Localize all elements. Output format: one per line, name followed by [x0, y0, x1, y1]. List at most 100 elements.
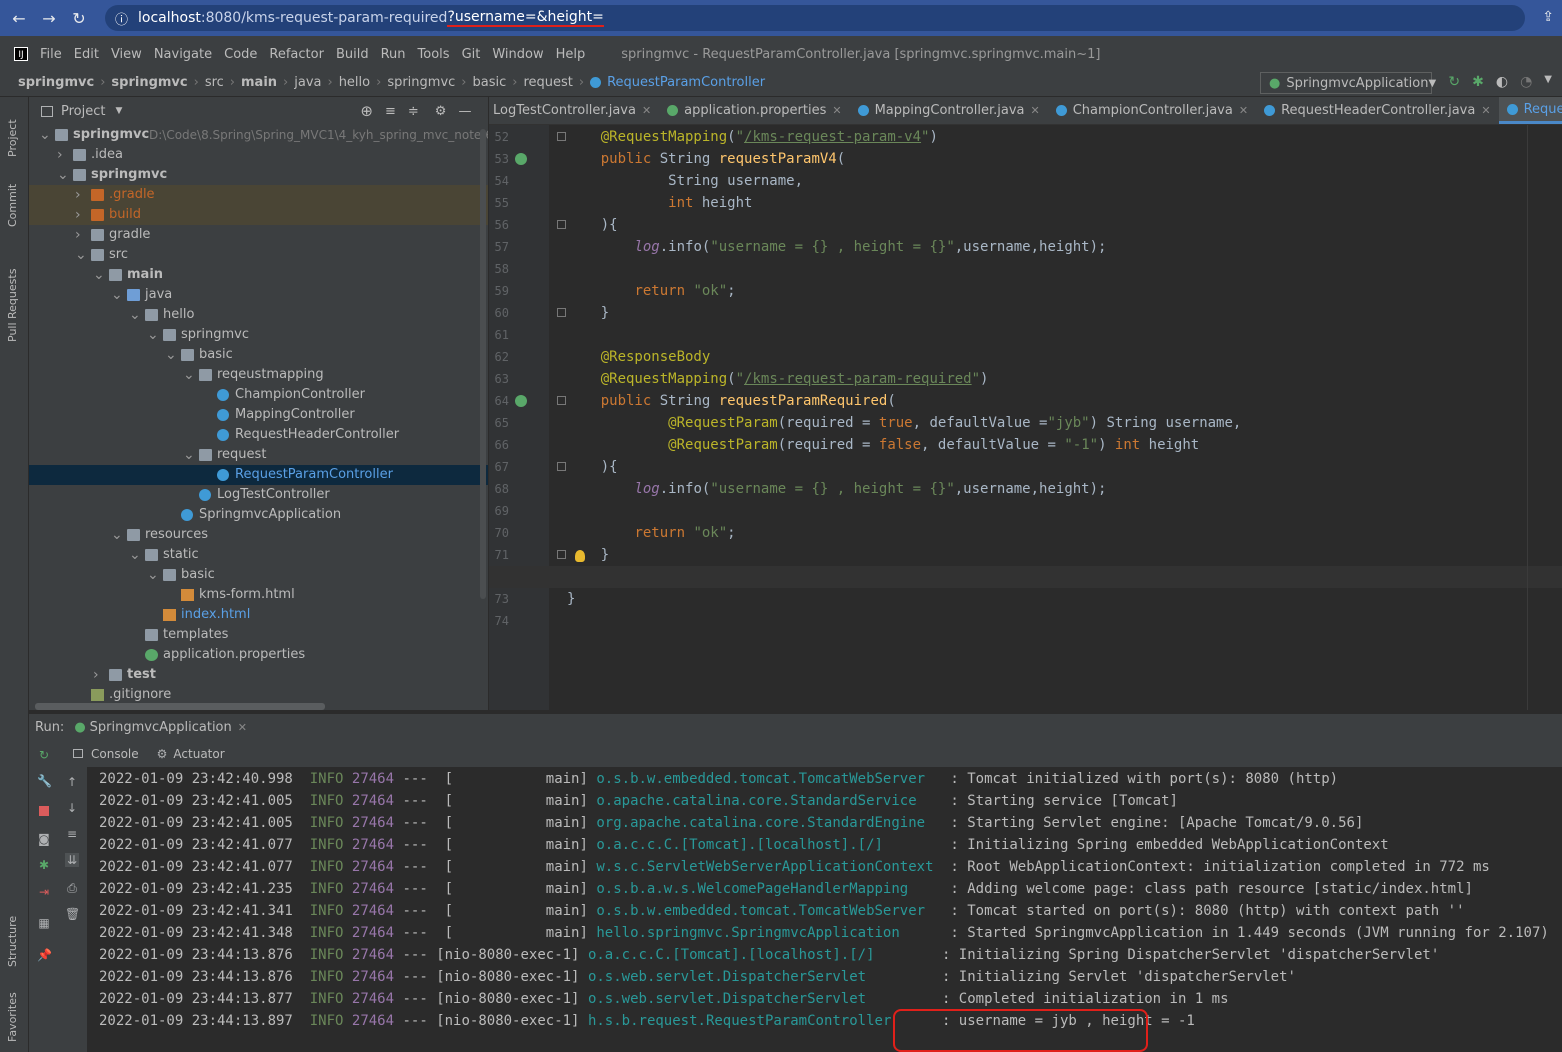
breadcrumb-item[interactable]: springmvc — [387, 75, 455, 90]
fold-marker-icon[interactable] — [557, 132, 566, 141]
breadcrumb-item[interactable]: request — [523, 75, 572, 90]
breadcrumb-item[interactable]: src — [205, 75, 224, 90]
pin-icon[interactable]: 📌 — [37, 948, 52, 962]
chevron-down-icon[interactable]: ⌄ — [147, 325, 159, 345]
menu-item-view[interactable]: View — [111, 47, 142, 62]
stop-icon[interactable] — [39, 806, 49, 816]
print-icon[interactable]: ⎙ — [65, 881, 79, 895]
menu-item-window[interactable]: Window — [492, 47, 543, 62]
rerun-icon[interactable]: ↻ — [37, 748, 51, 762]
lightbulb-icon[interactable] — [575, 550, 585, 562]
chevron-down-icon[interactable]: ⌄ — [93, 265, 105, 285]
soft-wrap-icon[interactable]: ≡ — [65, 827, 79, 841]
tree-item[interactable]: ⌄ java — [29, 285, 488, 305]
chevron-down-icon[interactable]: ⌄ — [39, 125, 51, 145]
fold-marker-icon[interactable] — [557, 220, 566, 229]
chevron-right-icon[interactable]: › — [75, 185, 81, 205]
fold-marker-icon[interactable] — [557, 396, 566, 405]
fold-marker-icon[interactable] — [557, 550, 566, 559]
tree-item[interactable]: › gradle — [29, 225, 488, 245]
tree-item[interactable]: ⌄ request — [29, 445, 488, 465]
close-icon[interactable]: ✕ — [1481, 104, 1490, 117]
close-icon[interactable]: ✕ — [1031, 104, 1040, 117]
chevron-down-icon[interactable]: ⌄ — [111, 525, 123, 545]
forward-arrow-icon[interactable]: → — [34, 9, 64, 28]
share-icon[interactable]: ⇪ — [1542, 9, 1554, 25]
tree-item[interactable]: › .gradle — [29, 185, 488, 205]
side-tab-commit[interactable]: Commit — [6, 184, 19, 227]
chevron-down-icon[interactable]: ⌄ — [75, 245, 87, 265]
menu-item-run[interactable]: Run — [381, 47, 406, 62]
tab-logtestcontroller-java[interactable]: LogTestController.java ✕ — [489, 97, 659, 124]
chevron-down-icon[interactable]: ⌄ — [183, 365, 195, 385]
menu-item-navigate[interactable]: Navigate — [154, 47, 212, 62]
code-editor[interactable]: 52 53 54 55 56 57 58 59 60 61 62 63 64 65 66 67 68 69 70 71… — [489, 125, 1562, 710]
tree-item[interactable]: ⌄ springmvc — [29, 165, 488, 185]
scroll-to-end-icon[interactable]: ⇊ — [65, 853, 79, 867]
close-icon[interactable]: ✕ — [642, 104, 651, 117]
chevron-right-icon[interactable]: › — [75, 205, 81, 225]
menu-item-build[interactable]: Build — [336, 47, 369, 62]
debug-icon[interactable]: ✱ — [1472, 74, 1484, 90]
profiler-icon[interactable]: ◔ — [1520, 74, 1532, 90]
reload-icon[interactable]: ↻ — [64, 9, 94, 28]
tree-item[interactable]: ChampionController — [29, 385, 488, 405]
tree-item[interactable]: SpringmvcApplication — [29, 505, 488, 525]
chevron-down-icon[interactable]: ⌄ — [111, 285, 123, 305]
horizontal-scrollbar[interactable] — [35, 703, 325, 710]
tree-item[interactable]: ⌄ basic — [29, 565, 488, 585]
tab-application-properties[interactable]: application.properties ✕ — [659, 97, 849, 124]
tree-item[interactable]: ⌄ hello — [29, 305, 488, 325]
tree-item[interactable]: ⌄ resources — [29, 525, 488, 545]
more-icon[interactable]: ▼ — [1544, 74, 1552, 90]
close-icon[interactable]: ✕ — [1239, 104, 1248, 117]
tree-item[interactable]: .gitignore — [29, 685, 488, 705]
tree-item[interactable]: RequestHeaderController — [29, 425, 488, 445]
breadcrumb-item[interactable]: java — [294, 75, 321, 90]
expand-icon[interactable]: ≑ — [408, 104, 419, 119]
minimize-icon[interactable]: — — [458, 104, 471, 119]
tree-item[interactable]: RequestParamController — [29, 465, 488, 485]
tree-item[interactable]: ⌄ reqeustmapping — [29, 365, 488, 385]
tree-item[interactable]: › test — [29, 665, 488, 685]
fold-marker-icon[interactable] — [557, 308, 566, 317]
tree-item[interactable]: ⌄ src — [29, 245, 488, 265]
locate-icon[interactable]: ⊕ — [360, 102, 373, 120]
tree-item[interactable]: › .idea — [29, 145, 488, 165]
breadcrumb-item[interactable]: springmvc — [111, 75, 187, 90]
tab-requestheadercontroller-java[interactable]: RequestHeaderController.java ✕ — [1256, 97, 1498, 124]
menu-item-help[interactable]: Help — [556, 47, 586, 62]
tree-item[interactable]: application.properties — [29, 645, 488, 665]
tab-championcontroller-java[interactable]: ChampionController.java ✕ — [1048, 97, 1256, 124]
arrow-up-icon[interactable]: ↑ — [65, 775, 79, 789]
tree-item[interactable]: ⌄ basic — [29, 345, 488, 365]
rerun-icon[interactable]: ↻ — [1448, 74, 1460, 90]
chevron-right-icon[interactable]: › — [93, 665, 99, 685]
side-tab-structure[interactable]: Structure — [6, 916, 19, 967]
console-output[interactable]: 2022-01-09 23:42:40.998 INFO 27464 --- [… — [87, 767, 1562, 1052]
run-configuration-select[interactable]: ● SpringmvcApplication ▼ — [1260, 72, 1436, 94]
gear-icon[interactable]: ⚙ — [435, 104, 447, 119]
tree-item[interactable]: templates — [29, 625, 488, 645]
tab-mappingcontroller-java[interactable]: MappingController.java ✕ — [850, 97, 1048, 124]
arrow-down-icon[interactable]: ↓ — [65, 801, 79, 815]
tab-actuator[interactable]: Actuator — [173, 747, 224, 761]
menu-item-tools[interactable]: Tools — [418, 47, 450, 62]
fold-marker-icon[interactable] — [557, 462, 566, 471]
tree-item[interactable]: ⌄ springmvc — [29, 325, 488, 345]
chevron-down-icon[interactable]: ⌄ — [147, 565, 159, 585]
vertical-scrollbar[interactable] — [480, 129, 486, 599]
tree-item[interactable]: › build — [29, 205, 488, 225]
debug-icon[interactable]: ✱ — [37, 858, 51, 872]
side-tab-favorites[interactable]: Favorites — [6, 992, 19, 1042]
collapse-all-icon[interactable]: ≡ — [385, 104, 396, 119]
chevron-down-icon[interactable]: ▼ — [115, 106, 122, 116]
trash-icon[interactable]: 🗑 — [65, 907, 80, 921]
tree-item[interactable]: kms-form.html — [29, 585, 488, 605]
breadcrumb-item[interactable]: hello — [339, 75, 370, 90]
address-bar[interactable]: ⓘ localhost:8080/kms-request-param-requi… — [105, 5, 1525, 31]
chevron-down-icon[interactable]: ⌄ — [57, 165, 69, 185]
breadcrumb-item[interactable]: main — [241, 75, 277, 90]
chevron-down-icon[interactable]: ⌄ — [129, 305, 141, 325]
side-tab-project[interactable]: Project — [6, 119, 19, 157]
